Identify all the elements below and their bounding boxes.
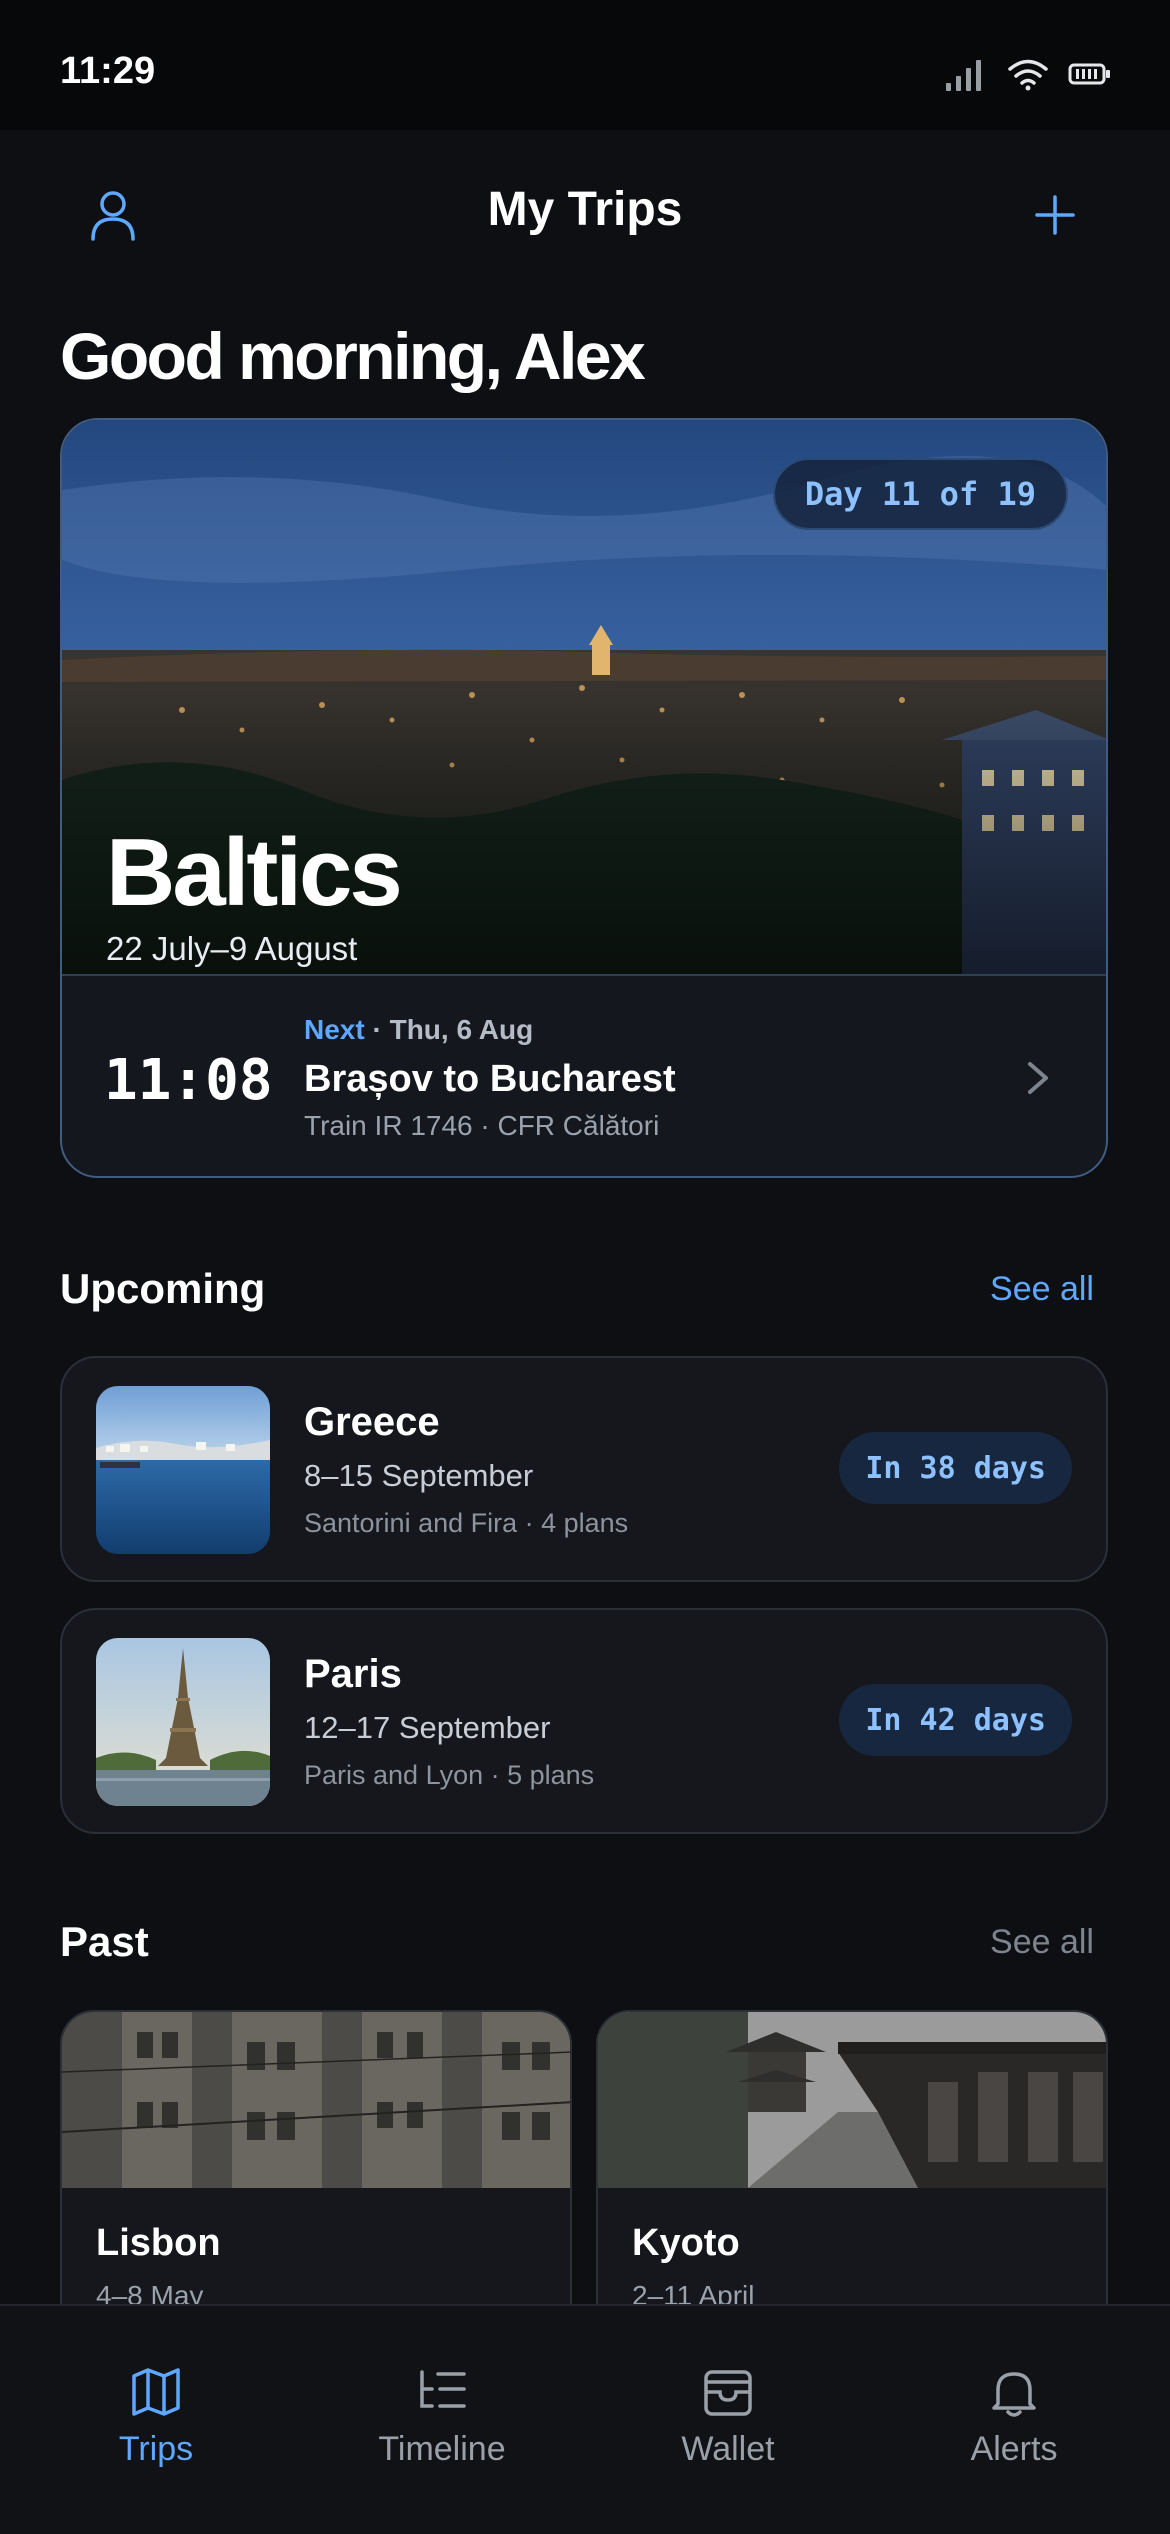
plus-icon	[1035, 195, 1075, 235]
upcoming-trip-card[interactable]: Paris 12–17 September Paris and Lyon · 5…	[60, 1608, 1108, 1834]
status-time: 11:29	[60, 50, 156, 92]
tab-label: Wallet	[681, 2430, 775, 2468]
next-label: Next	[304, 1014, 365, 1045]
page-title: My Trips	[487, 183, 683, 236]
trip-name: Paris	[304, 1652, 402, 1696]
past-see-all-link[interactable]: See all	[990, 1923, 1094, 1962]
greeting: Good morning, Alex	[60, 319, 646, 393]
tab-alerts[interactable]: Alerts	[868, 2306, 1160, 2534]
past-title: Past	[60, 1918, 149, 1965]
wallet-icon	[704, 2370, 752, 2416]
current-trip-title: Baltics	[106, 819, 403, 926]
trip-progress-badge: Day 11 of 19	[772, 458, 1068, 530]
current-trip-card[interactable]: Day 11 of 19 Baltics 22 July–9 August 11…	[60, 418, 1108, 1178]
signal-icon	[946, 60, 981, 91]
past-trip-name: Lisbon	[96, 2222, 221, 2264]
tab-label: Alerts	[970, 2430, 1058, 2468]
current-trip-dates: 22 July–9 August	[106, 930, 358, 967]
next-event-subtitle: Train IR 1746 · CFR Călători	[304, 1110, 660, 1141]
upcoming-see-all-link[interactable]: See all	[990, 1270, 1094, 1309]
tab-wallet[interactable]: Wallet	[582, 2306, 874, 2534]
next-event-title: Brașov to Bucharest	[304, 1058, 676, 1100]
status-bar: 11:29	[0, 0, 1170, 130]
bell-icon	[992, 2372, 1036, 2417]
tab-label: Trips	[118, 2430, 194, 2468]
next-event-row[interactable]: 11:08 Next · Thu, 6 Aug Brașov to Buchar…	[62, 976, 1106, 1176]
next-event-time: 11:08	[104, 1048, 273, 1113]
tab-label: Timeline	[378, 2430, 506, 2468]
lisbon-image	[62, 2012, 570, 2188]
nav-header: My Trips	[0, 130, 1170, 300]
next-event-meta: Next · Thu, 6 Aug	[304, 1014, 533, 1046]
tab-timeline[interactable]: Timeline	[296, 2306, 588, 2534]
trip-name: Greece	[304, 1400, 440, 1444]
wifi-icon	[1008, 59, 1048, 91]
upcoming-title: Upcoming	[60, 1265, 266, 1312]
chevron-right-icon	[1028, 1062, 1048, 1094]
past-trip-card[interactable]: Lisbon 4–8 May	[60, 2010, 572, 2340]
tab-trips[interactable]: Trips	[10, 2306, 302, 2534]
trip-dates: 12–17 September	[304, 1710, 551, 1745]
tab-bar: Trips Timeline Wallet Alerts	[0, 2304, 1170, 2534]
countdown-badge: In 42 days	[839, 1684, 1072, 1756]
trip-dates: 8–15 September	[304, 1458, 534, 1493]
greece-thumbnail	[96, 1386, 270, 1554]
add-trip-button[interactable]	[1010, 170, 1100, 260]
trip-subtitle: Santorini and Fira · 4 plans	[304, 1508, 629, 1538]
next-event-date: · Thu, 6 Aug	[364, 1014, 534, 1045]
battery-icon	[1068, 63, 1110, 85]
paris-thumbnail	[96, 1638, 270, 1806]
past-trip-name: Kyoto	[632, 2222, 740, 2264]
timeline-icon	[420, 2370, 466, 2408]
map-icon	[132, 2368, 180, 2416]
status-icons	[944, 56, 1112, 92]
trip-subtitle: Paris and Lyon · 5 plans	[304, 1760, 595, 1790]
past-trip-card[interactable]: Kyoto 2–11 April	[596, 2010, 1108, 2340]
countdown-badge: In 38 days	[839, 1432, 1072, 1504]
kyoto-image	[598, 2012, 1106, 2188]
upcoming-trip-card[interactable]: Greece 8–15 September Santorini and Fira…	[60, 1356, 1108, 1582]
